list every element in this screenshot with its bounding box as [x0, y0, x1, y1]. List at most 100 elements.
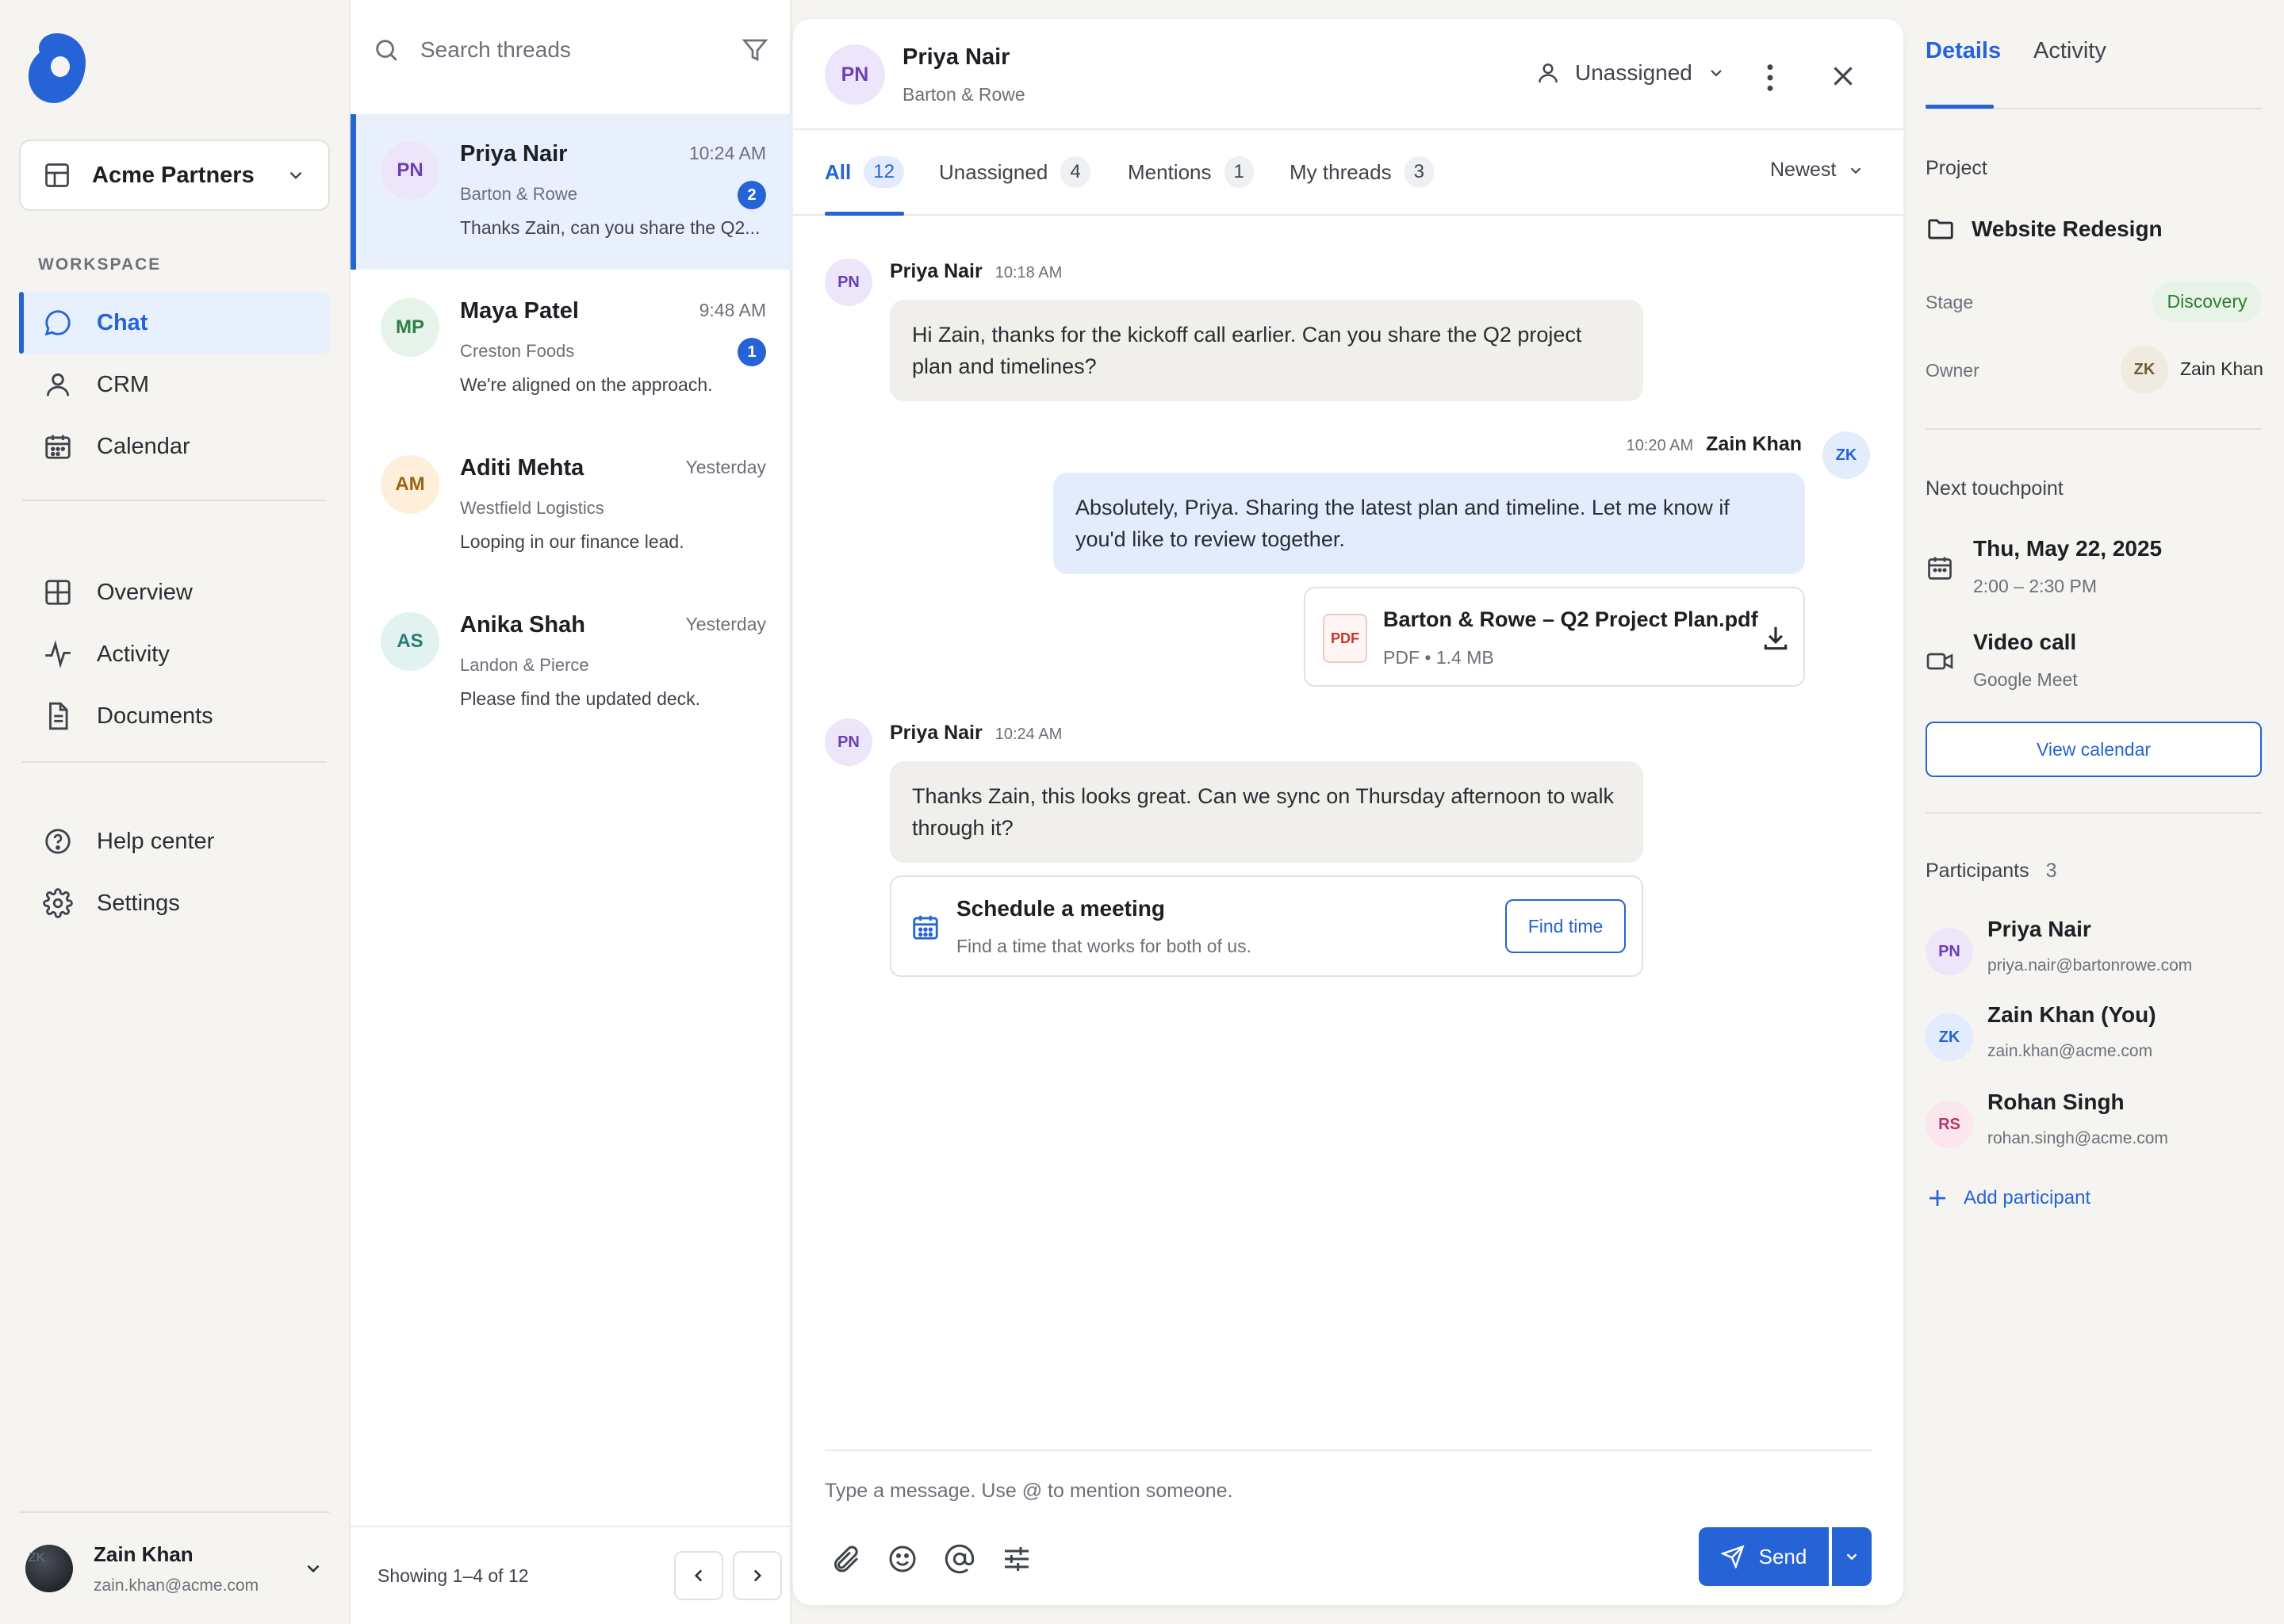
- sidebar-item-chat[interactable]: Chat: [19, 292, 330, 354]
- thread-org: Barton & Rowe: [460, 184, 577, 204]
- next-page-button[interactable]: [733, 1551, 782, 1600]
- app-logo-icon[interactable]: [25, 30, 89, 106]
- sort-dropdown[interactable]: Newest: [1770, 159, 1864, 182]
- message-bubble: Thanks Zain, this looks great. Can we sy…: [890, 761, 1643, 863]
- sidebar-item-label: CRM: [97, 371, 150, 397]
- schedule-card-subtitle: Find a time that works for both of us.: [956, 936, 1251, 956]
- sliders-icon[interactable]: [1001, 1543, 1033, 1575]
- details-panel: Details Activity Project Website Redesig…: [1903, 0, 2284, 1624]
- chevron-down-icon: [1711, 70, 1722, 77]
- avatar: PN: [1926, 928, 1973, 975]
- thread-item[interactable]: AS Anika Shah Yesterday Landon & Pierce …: [351, 585, 791, 741]
- emoji-icon[interactable]: [887, 1543, 918, 1575]
- participants-title: Participants: [1926, 860, 2029, 882]
- chevron-down-icon: [289, 171, 302, 179]
- avatar: AS: [381, 612, 439, 671]
- sidebar-item-help-center[interactable]: Help center: [19, 810, 330, 872]
- tab-all[interactable]: All 12: [825, 130, 904, 216]
- touchpoint-time: 2:00 – 2:30 PM: [1973, 576, 2097, 596]
- sidebar-item-crm[interactable]: CRM: [19, 354, 330, 416]
- message-bubble: Hi Zain, thanks for the kickoff call ear…: [890, 300, 1643, 401]
- message-time: 10:24 AM: [994, 726, 1063, 743]
- message-meta: Priya Nair 10:24 AM: [890, 722, 1062, 745]
- tab-count: 3: [1404, 156, 1434, 188]
- thread-snippet: Looping in our finance lead.: [460, 531, 684, 552]
- sidebar-item-label: Settings: [97, 890, 180, 916]
- mention-icon[interactable]: [944, 1543, 975, 1575]
- tab-count: 4: [1060, 156, 1090, 188]
- avatar: ZK: [1926, 1013, 1973, 1061]
- unread-badge: 1: [738, 338, 766, 366]
- sidebar-item-activity[interactable]: Activity: [19, 623, 330, 685]
- tab-my-threads[interactable]: My threads 3: [1290, 130, 1434, 214]
- sort-label: Newest: [1770, 159, 1837, 181]
- participant-email: priya.nair@bartonrowe.com: [1987, 956, 2193, 975]
- avatar: PN: [825, 259, 872, 306]
- sidebar-item-label: Help center: [97, 828, 215, 854]
- user-info: Zain Khan zain.khan@acme.com: [94, 1542, 303, 1595]
- sidebar-item-settings[interactable]: Settings: [19, 872, 330, 934]
- message-time: 10:18 AM: [994, 264, 1063, 282]
- sidebar-item-documents[interactable]: Documents: [19, 685, 330, 747]
- app-sidebar: Acme Partners WORKSPACE Chat CRM Calenda…: [0, 0, 349, 1624]
- touchpoint-platform: Google Meet: [1973, 669, 2078, 690]
- add-participant-button[interactable]: Add participant: [1926, 1186, 2090, 1210]
- conversation-header: PN Priya Nair Barton & Rowe Unassigned: [793, 19, 1903, 130]
- thread-time: 9:48 AM: [699, 300, 766, 320]
- project-link[interactable]: Website Redesign: [1926, 214, 2163, 244]
- document-icon: [49, 702, 68, 730]
- tab-label: Mentions: [1128, 159, 1212, 184]
- close-icon[interactable]: [1829, 62, 1857, 90]
- person-icon: [46, 373, 70, 396]
- view-calendar-button[interactable]: View calendar: [1926, 722, 2262, 777]
- thread-snippet: Thanks Zain, can you share the Q2...: [460, 217, 761, 238]
- add-participant-label: Add participant: [1964, 1187, 2091, 1208]
- contact-org: Barton & Rowe: [902, 84, 1025, 105]
- message-meta: Priya Nair 10:18 AM: [890, 260, 1062, 283]
- tab-activity[interactable]: Activity: [2033, 38, 2106, 64]
- message-input[interactable]: Type a message. Use @ to mention someone…: [825, 1480, 1233, 1503]
- send-options-button[interactable]: [1832, 1527, 1872, 1586]
- tab-unassigned[interactable]: Unassigned 4: [939, 130, 1090, 214]
- attachment-meta: PDF • 1.4 MB: [1383, 647, 1494, 668]
- find-time-button[interactable]: Find time: [1505, 899, 1626, 953]
- avatar: ZK: [1822, 431, 1870, 479]
- sidebar-divider: [22, 500, 327, 501]
- touchpoint-text: Video call Google Meet: [1973, 630, 2078, 691]
- sidebar-item-label: Activity: [97, 641, 170, 667]
- touchpoint-datetime: Thu, May 22, 2025 2:00 – 2:30 PM: [1926, 536, 2162, 597]
- thread-item[interactable]: PN Priya Nair 10:24 AM Barton & Rowe 2 T…: [351, 114, 791, 270]
- assignee-dropdown[interactable]: Unassigned: [1535, 60, 1726, 86]
- search-input[interactable]: Search threads: [420, 37, 741, 63]
- user-menu[interactable]: ZK Zain Khan zain.khan@acme.com: [19, 1511, 330, 1624]
- participant-name: Priya Nair: [1987, 917, 2091, 941]
- paperclip-icon[interactable]: [830, 1543, 861, 1575]
- participant-email: zain.khan@acme.com: [1987, 1042, 2153, 1060]
- participant-email: rohan.singh@acme.com: [1987, 1129, 2168, 1147]
- help-circle-icon: [45, 829, 71, 854]
- status-badge: Discovery: [2152, 281, 2262, 322]
- avatar: MP: [381, 298, 439, 357]
- org-switcher[interactable]: Acme Partners: [19, 140, 330, 211]
- thread-item[interactable]: MP Maya Patel 9:48 AM Creston Foods 1 We…: [351, 271, 791, 427]
- attachment-name: Barton & Rowe – Q2 Project Plan.pdf: [1383, 607, 1758, 631]
- sidebar-item-overview[interactable]: Overview: [19, 561, 330, 623]
- filter-icon[interactable]: [741, 36, 769, 64]
- sidebar-item-calendar[interactable]: Calendar: [19, 416, 330, 477]
- org-name: Acme Partners: [92, 162, 255, 188]
- send-button[interactable]: Send: [1699, 1527, 1829, 1586]
- download-icon[interactable]: [1761, 623, 1791, 653]
- gear-icon: [43, 888, 73, 918]
- sidebar-item-label: Chat: [97, 309, 148, 335]
- file-attachment[interactable]: PDF Barton & Rowe – Q2 Project Plan.pdf …: [1304, 587, 1805, 687]
- sidebar-divider: [22, 761, 327, 763]
- more-options-icon[interactable]: [1757, 62, 1783, 94]
- tab-mentions[interactable]: Mentions 1: [1128, 130, 1254, 214]
- thread-item[interactable]: AM Aditi Mehta Yesterday Westfield Logis…: [351, 428, 791, 584]
- previous-page-button[interactable]: [674, 1551, 723, 1600]
- tab-details[interactable]: Details: [1926, 38, 2001, 64]
- composer-divider: [825, 1450, 1872, 1451]
- thread-org: Landon & Pierce: [460, 655, 589, 675]
- message-sender: Zain Khan: [1706, 433, 1802, 455]
- avatar: AM: [381, 455, 439, 514]
